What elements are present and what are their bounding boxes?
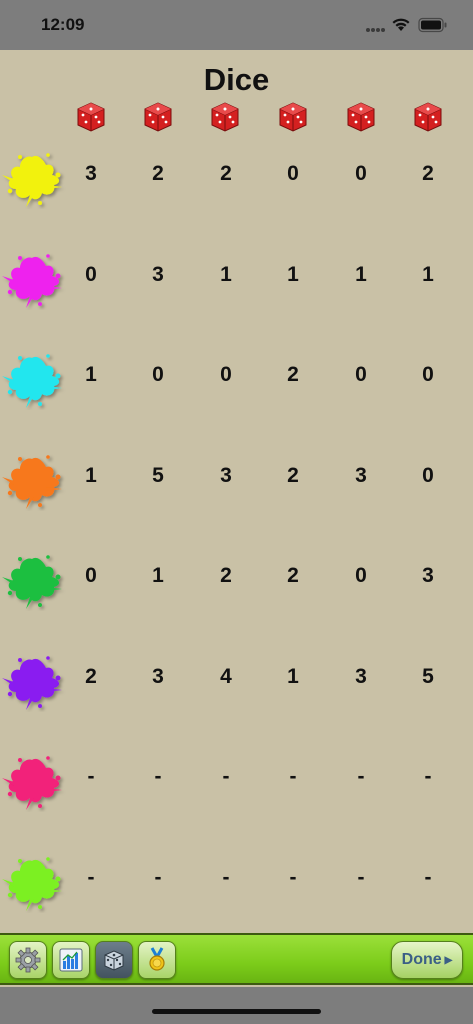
lime-paint-splat-icon[interactable] <box>0 849 66 913</box>
stats-button[interactable] <box>52 941 90 979</box>
score-cell: - <box>222 866 230 889</box>
score-cell: 0 <box>85 263 97 286</box>
score-cell: 3 <box>355 665 367 688</box>
red-die-icon <box>277 100 309 136</box>
score-cell: 1 <box>220 263 232 286</box>
score-cell: 3 <box>220 464 232 487</box>
score-cell: 1 <box>355 263 367 286</box>
home-indicator <box>152 1009 321 1014</box>
score-cell: 0 <box>152 363 164 386</box>
play-arrow-icon: ▶ <box>444 954 453 966</box>
chart-icon <box>59 948 83 972</box>
awards-button[interactable] <box>138 941 176 979</box>
score-cell: 0 <box>85 564 97 587</box>
battery-icon <box>418 17 447 33</box>
score-cell: 0 <box>422 363 434 386</box>
cyan-paint-splat-icon[interactable] <box>0 346 66 410</box>
player-row: 0 3 1 1 1 1 <box>0 246 473 316</box>
score-cell: 4 <box>220 665 232 688</box>
player-row: 0 1 2 2 0 3 <box>0 547 473 617</box>
score-cell: 2 <box>220 564 232 587</box>
pink-paint-splat-icon[interactable] <box>0 748 66 812</box>
score-cell: - <box>87 866 95 889</box>
status-bar: 12:09 <box>0 0 473 50</box>
score-cell: 3 <box>152 263 164 286</box>
settings-icon <box>15 947 41 973</box>
score-cell: 0 <box>355 564 367 587</box>
score-cell: - <box>222 765 230 788</box>
score-cell: 3 <box>152 665 164 688</box>
purple-paint-splat-icon[interactable] <box>0 648 66 712</box>
red-die-icon <box>412 100 444 136</box>
done-button[interactable]: Done ▶ <box>391 941 463 979</box>
dice-icon <box>104 950 124 971</box>
score-cell: 0 <box>220 363 232 386</box>
score-cell: 1 <box>287 263 299 286</box>
score-cell: 3 <box>422 564 434 587</box>
dice-header <box>0 100 473 136</box>
score-cell: 0 <box>355 363 367 386</box>
red-die-icon <box>209 100 241 136</box>
magenta-paint-splat-icon[interactable] <box>0 246 66 310</box>
green-paint-splat-icon[interactable] <box>0 547 66 611</box>
score-cell: 1 <box>422 263 434 286</box>
bottom-toolbar: Done ▶ <box>0 933 473 985</box>
player-row: ------ <box>0 748 473 818</box>
score-cell: - <box>154 866 162 889</box>
score-cell: 2 <box>287 564 299 587</box>
score-cell: 2 <box>287 363 299 386</box>
player-row: ------ <box>0 849 473 919</box>
score-cell: - <box>154 765 162 788</box>
score-cell: 2 <box>152 162 164 185</box>
player-row: 2 3 4 1 3 5 <box>0 648 473 718</box>
page-title: Dice <box>203 62 270 97</box>
score-cell: 5 <box>422 665 434 688</box>
score-cell: 0 <box>422 464 434 487</box>
score-cell: 1 <box>287 665 299 688</box>
score-cell: 0 <box>287 162 299 185</box>
score-cell: 2 <box>85 665 97 688</box>
cellular-signal-icon <box>366 28 385 32</box>
player-row: 1 0 0 2 0 0 <box>0 346 473 416</box>
red-die-icon <box>142 100 174 136</box>
score-cell: - <box>87 765 95 788</box>
score-cell: - <box>289 866 297 889</box>
medal-icon <box>149 947 165 971</box>
red-die-icon <box>345 100 377 136</box>
done-label: Done <box>401 951 442 968</box>
yellow-paint-splat-icon[interactable] <box>0 145 66 209</box>
home-indicator-area <box>0 987 473 1024</box>
score-cell: 3 <box>85 162 97 185</box>
score-cell: - <box>424 765 432 788</box>
status-time: 12:09 <box>41 15 85 34</box>
score-cell: 1 <box>85 363 97 386</box>
score-cell: 1 <box>152 564 164 587</box>
score-cell: - <box>424 866 432 889</box>
red-die-icon <box>75 100 107 136</box>
score-cell: - <box>357 765 365 788</box>
score-cell: 3 <box>355 464 367 487</box>
score-cell: 2 <box>220 162 232 185</box>
dice-button[interactable] <box>95 941 133 979</box>
player-row: 3 2 2 0 0 2 <box>0 145 473 215</box>
score-cell: 5 <box>152 464 164 487</box>
wifi-icon <box>392 18 410 31</box>
score-cell: 2 <box>287 464 299 487</box>
score-cell: - <box>357 866 365 889</box>
score-cell: 0 <box>355 162 367 185</box>
player-row: 1 5 3 2 3 0 <box>0 447 473 517</box>
score-cell: 2 <box>422 162 434 185</box>
score-cell: 1 <box>85 464 97 487</box>
score-cell: - <box>289 765 297 788</box>
settings-button[interactable] <box>9 941 47 979</box>
orange-paint-splat-icon[interactable] <box>0 447 66 511</box>
